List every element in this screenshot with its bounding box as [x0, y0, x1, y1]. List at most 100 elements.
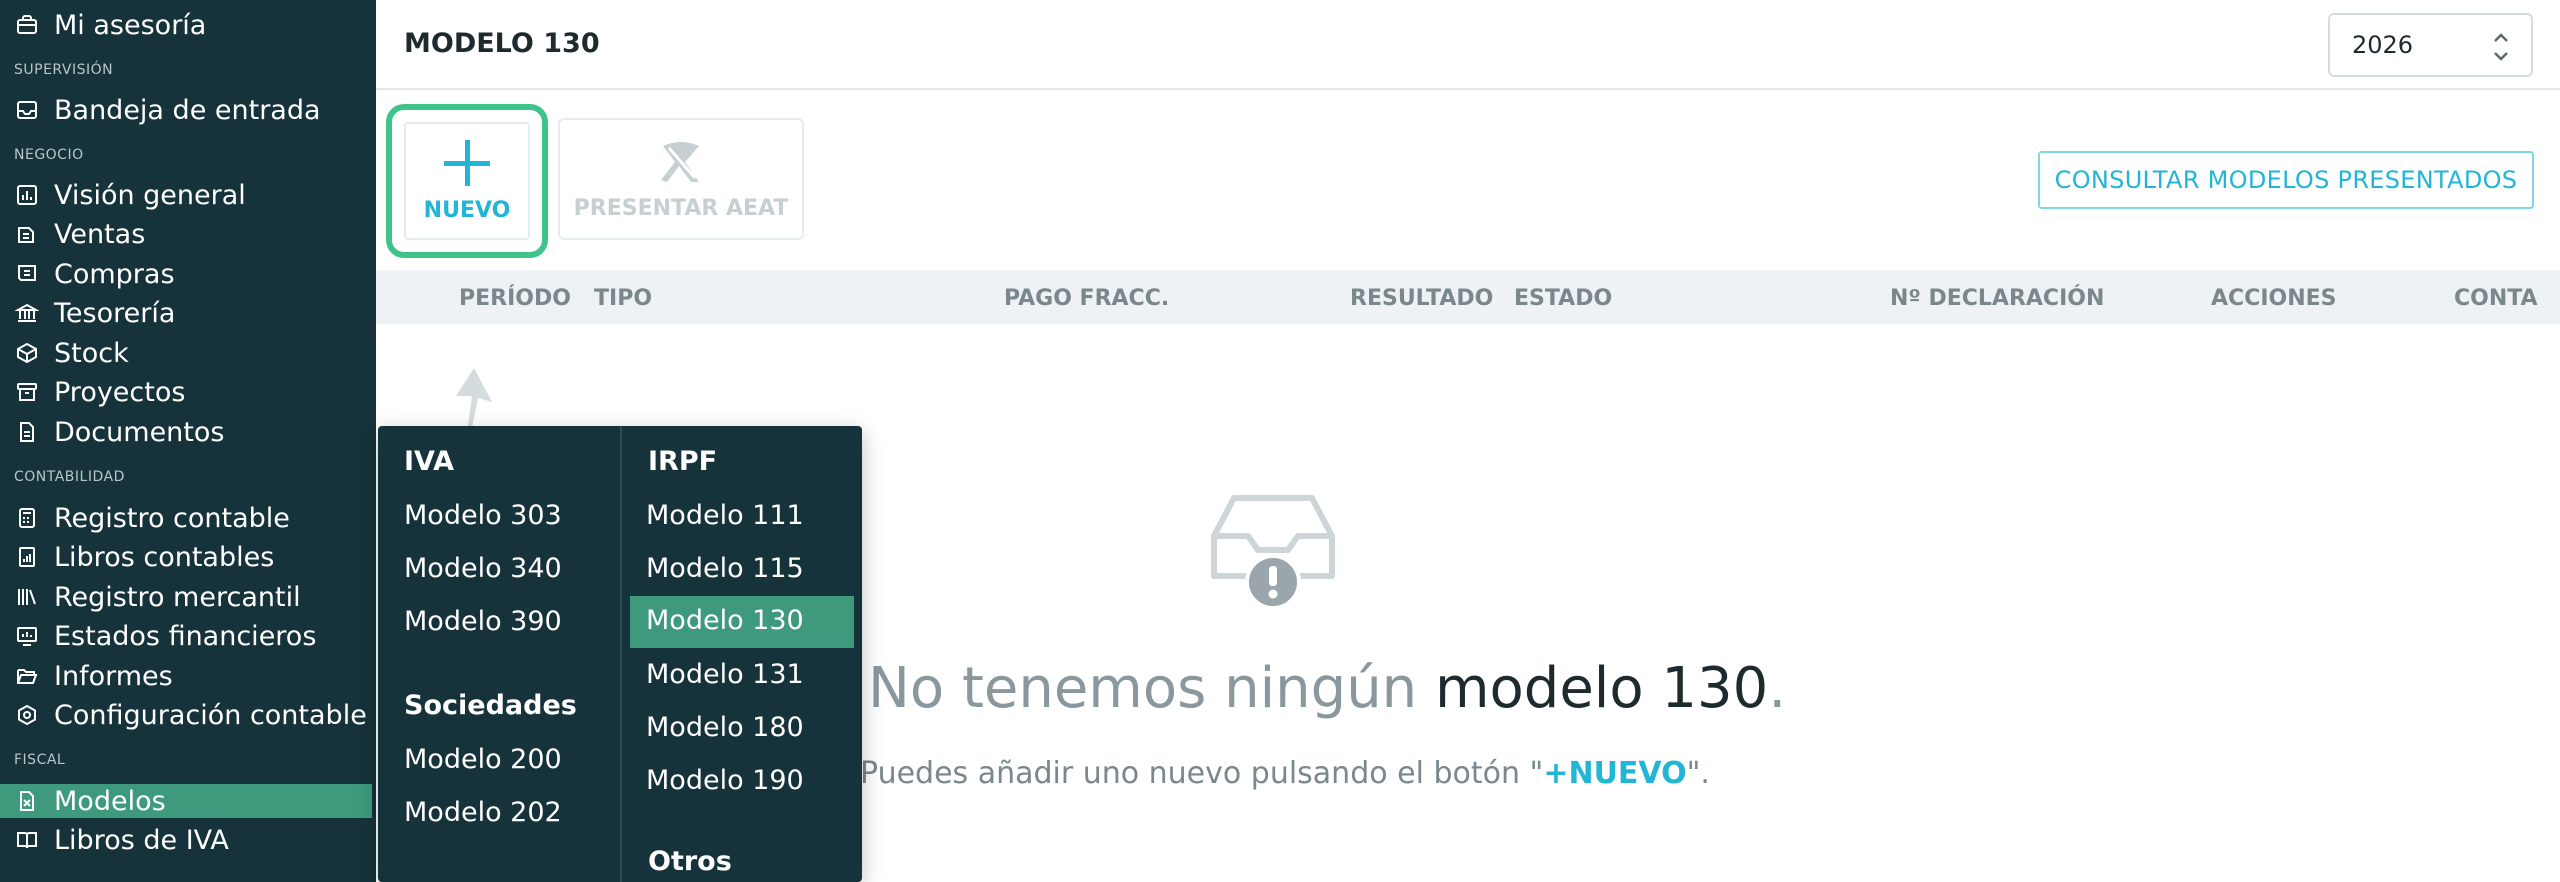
- sidebar-item-modelos[interactable]: Modelos: [0, 784, 372, 818]
- empty-title-suffix: .: [1768, 656, 1787, 721]
- sidebar-item-label: Proyectos: [54, 376, 186, 408]
- sidebar-item-stock[interactable]: Stock: [0, 336, 372, 370]
- sidebar-item-libros-contables[interactable]: Libros contables: [0, 540, 372, 574]
- sidebar-item-label: Visión general: [54, 179, 246, 211]
- dropdown-item-modelo-130[interactable]: Modelo 130: [630, 596, 854, 648]
- sidebar-item-label: Ventas: [54, 218, 146, 250]
- empty-state-subtitle: Puedes añadir uno nuevo pulsando el botó…: [860, 756, 1710, 791]
- section-label-contabilidad: CONTABILIDAD: [14, 469, 125, 485]
- dropdown-heading-irpf: IRPF: [648, 446, 718, 477]
- sidebar-item-proyectos[interactable]: Proyectos: [0, 375, 372, 409]
- empty-title-highlight: modelo 130: [1434, 656, 1769, 721]
- section-label-fiscal: FISCAL: [14, 752, 66, 768]
- section-label-supervision: SUPERVISIÓN: [14, 62, 114, 78]
- sidebar-item-tesoreria[interactable]: Tesorería: [0, 296, 372, 330]
- dropdown-item-modelo-111[interactable]: Modelo 111: [646, 500, 804, 531]
- sidebar-item-label: Bandeja de entrada: [54, 94, 321, 126]
- sidebar-item-mi-asesoria[interactable]: Mi asesoría: [0, 8, 372, 42]
- sidebar-item-vision-general[interactable]: Visión general: [0, 178, 372, 212]
- folder-open-icon: [14, 663, 40, 689]
- sidebar-item-estados-financieros[interactable]: Estados financieros: [0, 619, 372, 653]
- nuevo-button-inner: NUEVO: [404, 122, 530, 240]
- model-dropdown-menu: IVA Modelo 303 Modelo 340 Modelo 390 Soc…: [378, 426, 862, 882]
- financial-statement-icon: [14, 623, 40, 649]
- dropdown-heading-otros: Otros: [648, 846, 732, 877]
- sidebar-item-configuracion-contable[interactable]: Configuración contable: [0, 698, 372, 732]
- sidebar-item-label: Registro contable: [54, 502, 290, 534]
- consultar-modelos-button[interactable]: CONSULTAR MODELOS PRESENTADOS: [2038, 151, 2534, 209]
- sidebar-item-label: Configuración contable: [54, 699, 367, 731]
- sidebar-item-ventas[interactable]: Ventas: [0, 217, 372, 251]
- bank-icon: [14, 300, 40, 326]
- nuevo-label: NUEVO: [423, 197, 511, 223]
- document-icon: [14, 419, 40, 445]
- table-header: PERÍODO TIPO PAGO FRACC. RESULTADO ESTAD…: [376, 270, 2560, 324]
- sidebar-item-documentos[interactable]: Documentos: [0, 415, 372, 449]
- tax-form-icon: [14, 788, 40, 814]
- sidebar-item-label: Libros de IVA: [54, 824, 229, 856]
- briefcase-icon: [14, 12, 40, 38]
- dropdown-item-modelo-340[interactable]: Modelo 340: [404, 553, 562, 584]
- empty-title-prefix: No tenemos ningún: [868, 656, 1418, 721]
- column-conta: CONTA: [2454, 286, 2538, 311]
- dropdown-item-modelo-390[interactable]: Modelo 390: [404, 606, 562, 637]
- empty-sub-suffix: ".: [1686, 756, 1710, 791]
- arrow-up-hint-icon: [450, 366, 500, 428]
- column-declaracion[interactable]: Nº DECLARACIÓN: [1890, 286, 2104, 311]
- dropdown-item-modelo-303[interactable]: Modelo 303: [404, 500, 562, 531]
- empty-sub-prefix: Puedes añadir uno nuevo pulsando el botó…: [860, 756, 1544, 791]
- aeat-logo-icon: [655, 138, 707, 186]
- empty-inbox-alert-icon: [1208, 486, 1338, 610]
- nuevo-button[interactable]: NUEVO: [386, 104, 548, 258]
- presentar-aeat-label: PRESENTAR AEAT: [573, 195, 789, 221]
- inbox-icon: [14, 97, 40, 123]
- purchases-icon: [14, 261, 40, 287]
- sidebar-item-label: Compras: [54, 258, 175, 290]
- sidebar-item-libros-iva[interactable]: Libros de IVA: [0, 823, 372, 857]
- section-label-negocio: NEGOCIO: [14, 147, 84, 163]
- sidebar-item-registro-mercantil[interactable]: Registro mercantil: [0, 580, 372, 614]
- column-tipo[interactable]: TIPO: [594, 286, 652, 311]
- sidebar-item-label: Registro mercantil: [54, 581, 301, 613]
- sidebar: Mi asesoría SUPERVISIÓN Bandeja de entra…: [0, 0, 376, 882]
- dropdown-heading-sociedades: Sociedades: [404, 690, 577, 721]
- column-acciones: ACCIONES: [2211, 286, 2337, 311]
- settings-icon: [14, 702, 40, 728]
- bar-chart-icon: [14, 182, 40, 208]
- sidebar-item-registro-contable[interactable]: Registro contable: [0, 501, 372, 535]
- sidebar-item-label: Stock: [54, 337, 129, 369]
- sales-icon: [14, 221, 40, 247]
- dropdown-item-modelo-131[interactable]: Modelo 131: [646, 659, 804, 690]
- sidebar-item-label: Estados financieros: [54, 620, 317, 652]
- dropdown-item-modelo-115[interactable]: Modelo 115: [646, 553, 804, 584]
- nuevo-link[interactable]: +NUEVO: [1543, 756, 1686, 791]
- column-periodo[interactable]: PERÍODO: [459, 286, 571, 311]
- dropdown-divider: [620, 426, 622, 882]
- page-header: MODELO 130 2026: [376, 0, 2560, 90]
- plus-icon: [444, 139, 490, 186]
- dropdown-item-modelo-200[interactable]: Modelo 200: [404, 744, 562, 775]
- year-select[interactable]: 2026: [2328, 13, 2533, 77]
- sidebar-item-label: Documentos: [54, 416, 225, 448]
- archive-icon: [14, 379, 40, 405]
- column-pago-fracc[interactable]: PAGO FRACC.: [1004, 286, 1169, 311]
- dropdown-item-modelo-190[interactable]: Modelo 190: [646, 765, 804, 796]
- ledger-icon: [14, 544, 40, 570]
- sidebar-item-label: Tesorería: [54, 297, 176, 329]
- dropdown-item-modelo-180[interactable]: Modelo 180: [646, 712, 804, 743]
- sidebar-item-label: Libros contables: [54, 541, 275, 573]
- open-book-icon: [14, 827, 40, 853]
- sidebar-item-informes[interactable]: Informes: [0, 659, 372, 693]
- presentar-aeat-button[interactable]: PRESENTAR AEAT: [558, 118, 804, 240]
- sidebar-item-compras[interactable]: Compras: [0, 257, 372, 291]
- sidebar-item-bandeja[interactable]: Bandeja de entrada: [0, 93, 372, 127]
- sidebar-item-label: Informes: [54, 660, 173, 692]
- column-resultado[interactable]: RESULTADO: [1350, 286, 1493, 311]
- dropdown-item-modelo-202[interactable]: Modelo 202: [404, 797, 562, 828]
- dropdown-heading-iva: IVA: [404, 446, 455, 477]
- sidebar-item-label: Modelos: [54, 785, 166, 817]
- calculator-icon: [14, 505, 40, 531]
- sidebar-item-label: Mi asesoría: [54, 9, 207, 41]
- page-title: MODELO 130: [404, 28, 600, 59]
- column-estado[interactable]: ESTADO: [1514, 286, 1612, 311]
